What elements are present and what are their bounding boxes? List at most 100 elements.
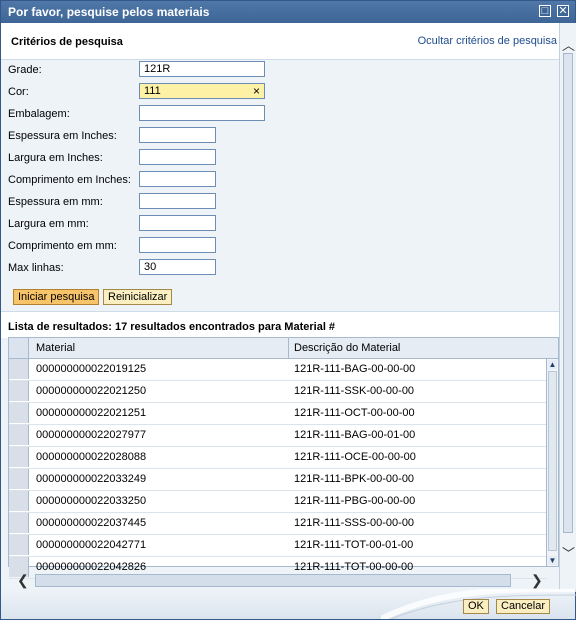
cor-input[interactable]: 111 × xyxy=(139,83,265,99)
row-selector[interactable] xyxy=(9,403,29,423)
grade-input[interactable]: 121R xyxy=(139,61,265,77)
largura-inches-input[interactable] xyxy=(139,149,216,165)
cancel-button[interactable]: Cancelar xyxy=(496,599,551,614)
espessura-mm-input[interactable] xyxy=(139,193,216,209)
table-horizontal-scrollbar[interactable]: ❮ ❯ xyxy=(11,571,551,589)
espessura-mm-label: Espessura em mm: xyxy=(8,196,103,208)
scroll-left-icon[interactable]: ❮ xyxy=(17,572,29,589)
scroll-down-icon[interactable]: ▼ xyxy=(548,556,557,565)
criteria-header: Critérios de pesquisa Ocultar critérios … xyxy=(1,23,559,60)
row-selector[interactable] xyxy=(9,447,29,467)
chevron-down-icon[interactable]: ﹀ xyxy=(562,543,575,562)
table-row[interactable]: 000000000022033249 121R-111-BPK-00-00-00 xyxy=(9,469,547,491)
table-vertical-scrollbar[interactable]: ▲ ▼ xyxy=(546,359,558,566)
material-cell: 000000000022021251 xyxy=(36,407,147,419)
clear-icon[interactable]: × xyxy=(253,84,260,98)
maximize-icon[interactable]: □ xyxy=(539,5,551,17)
embalagem-label: Embalagem: xyxy=(8,108,70,120)
column-header-material[interactable]: Material xyxy=(36,342,75,354)
table-row[interactable]: 000000000022027977 121R-111-BAG-00-01-00 xyxy=(9,425,547,447)
dialog-content: Critérios de pesquisa Ocultar critérios … xyxy=(1,23,559,589)
dialog-vertical-scrollbar[interactable]: ︿ ﹀ xyxy=(559,23,576,589)
dialog-footer: OK Cancelar xyxy=(1,589,576,619)
column-header-description[interactable]: Descrição do Material xyxy=(294,342,400,354)
cor-label: Cor: xyxy=(8,86,29,98)
comprimento-inches-input[interactable] xyxy=(139,171,216,187)
description-cell: 121R-111-PBG-00-00-00 xyxy=(294,495,416,507)
table-row[interactable]: 000000000022021250 121R-111-SSK-00-00-00 xyxy=(9,381,547,403)
close-icon[interactable]: ✕ xyxy=(557,5,569,17)
results-header: Lista de resultados: 17 resultados encon… xyxy=(1,311,559,338)
table-scroll-thumb[interactable] xyxy=(548,371,557,551)
row-selector[interactable] xyxy=(9,381,29,401)
row-selector[interactable] xyxy=(9,491,29,511)
field-row-max-linhas: Max linhas: 30 xyxy=(1,258,559,278)
results-heading: Lista de resultados: 17 resultados encon… xyxy=(8,321,336,333)
espessura-inches-label: Espessura em Inches: xyxy=(8,130,117,142)
table-header: Material Descrição do Material xyxy=(9,338,558,359)
material-cell: 000000000022019125 xyxy=(36,363,147,375)
description-cell: 121R-111-BAG-00-01-00 xyxy=(294,429,416,441)
material-cell: 000000000022028088 xyxy=(36,451,147,463)
field-row-espessura-mm: Espessura em mm: xyxy=(1,192,559,212)
chevron-up-icon[interactable]: ︿ xyxy=(562,35,575,54)
field-row-largura-inches: Largura em Inches: xyxy=(1,148,559,168)
field-row-embalagem: Embalagem: xyxy=(1,104,559,124)
comprimento-mm-label: Comprimento em mm: xyxy=(8,240,117,252)
embalagem-input[interactable] xyxy=(139,105,265,121)
row-selector[interactable] xyxy=(9,469,29,489)
results-table: Material Descrição do Material 000000000… xyxy=(8,337,559,579)
largura-mm-input[interactable] xyxy=(139,215,216,231)
column-divider xyxy=(288,338,289,358)
description-cell: 121R-111-OCE-00-00-00 xyxy=(294,451,416,463)
field-row-cor: Cor: 111 × xyxy=(1,82,559,102)
dialog-title: Por favor, pesquise pelos materiais xyxy=(8,5,210,19)
description-cell: 121R-111-SSK-00-00-00 xyxy=(294,385,415,397)
dialog-scroll-thumb[interactable] xyxy=(563,53,573,533)
scroll-right-icon[interactable]: ❯ xyxy=(531,572,543,589)
table-row[interactable]: 000000000022042771 121R-111-TOT-00-01-00 xyxy=(9,535,547,557)
search-dialog: Por favor, pesquise pelos materiais □ ✕ … xyxy=(0,0,576,620)
espessura-inches-input[interactable] xyxy=(139,127,216,143)
ok-button[interactable]: OK xyxy=(463,599,489,614)
description-cell: 121R-111-TOT-00-01-00 xyxy=(294,539,414,551)
material-cell: 000000000022027977 xyxy=(36,429,147,441)
title-bar: Por favor, pesquise pelos materiais □ ✕ xyxy=(1,1,575,23)
row-selector[interactable] xyxy=(9,535,29,555)
field-row-comprimento-inches: Comprimento em Inches: xyxy=(1,170,559,190)
description-cell: 121R-111-SSS-00-00-00 xyxy=(294,517,415,529)
description-cell: 121R-111-BPK-00-00-00 xyxy=(294,473,415,485)
table-body: 000000000022019125 121R-111-BAG-00-00-00 … xyxy=(9,359,547,579)
max-linhas-input[interactable]: 30 xyxy=(139,259,216,275)
search-button[interactable]: Iniciar pesquisa xyxy=(13,289,100,305)
max-linhas-label: Max linhas: xyxy=(8,262,64,274)
material-cell: 000000000022021250 xyxy=(36,385,147,397)
field-row-comprimento-mm: Comprimento em mm: xyxy=(1,236,559,256)
search-form: Grade: 121R Cor: 111 × Embalagem: Espessu… xyxy=(1,60,559,310)
description-cell: 121R-111-BAG-00-00-00 xyxy=(294,363,416,375)
table-row[interactable]: 000000000022037445 121R-111-SSS-00-00-00 xyxy=(9,513,547,535)
field-row-grade: Grade: 121R xyxy=(1,60,559,80)
row-selector[interactable] xyxy=(9,513,29,533)
largura-inches-label: Largura em Inches: xyxy=(8,152,103,164)
table-row[interactable]: 000000000022033250 121R-111-PBG-00-00-00 xyxy=(9,491,547,513)
horizontal-scroll-thumb[interactable] xyxy=(35,574,511,587)
criteria-heading: Critérios de pesquisa xyxy=(11,36,123,48)
field-row-espessura-inches: Espessura em Inches: xyxy=(1,126,559,146)
field-row-largura-mm: Largura em mm: xyxy=(1,214,559,234)
select-all-cell[interactable] xyxy=(9,338,29,358)
cor-value: 111 xyxy=(144,85,161,97)
row-selector[interactable] xyxy=(9,425,29,445)
scroll-up-icon[interactable]: ▲ xyxy=(548,360,557,369)
table-row[interactable]: 000000000022028088 121R-111-OCE-00-00-00 xyxy=(9,447,547,469)
material-cell: 000000000022033250 xyxy=(36,495,147,507)
largura-mm-label: Largura em mm: xyxy=(8,218,89,230)
hide-criteria-link[interactable]: Ocultar critérios de pesquisa xyxy=(418,35,557,47)
table-row[interactable]: 000000000022019125 121R-111-BAG-00-00-00 xyxy=(9,359,547,381)
description-cell: 121R-111-OCT-00-00-00 xyxy=(294,407,415,419)
comprimento-mm-input[interactable] xyxy=(139,237,216,253)
table-row[interactable]: 000000000022021251 121R-111-OCT-00-00-00 xyxy=(9,403,547,425)
row-selector[interactable] xyxy=(9,359,29,379)
material-cell: 000000000022033249 xyxy=(36,473,147,485)
reset-button[interactable]: Reinicializar xyxy=(103,289,173,305)
